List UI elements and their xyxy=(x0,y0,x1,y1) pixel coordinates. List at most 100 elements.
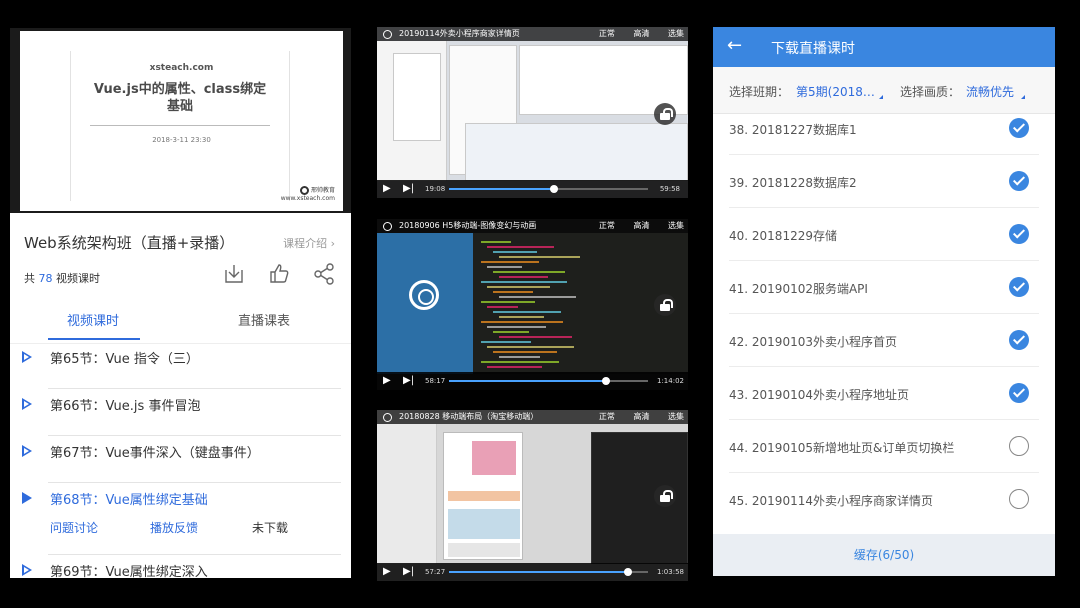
back-arrow-icon[interactable]: ← xyxy=(727,35,742,57)
download-item-label: 38. 20181227数据库1 xyxy=(729,123,857,137)
download-item[interactable]: 44. 20190105新增地址页&订单页切换栏 xyxy=(729,420,1039,473)
next-icon[interactable]: ▶| xyxy=(403,567,414,577)
checked-icon[interactable] xyxy=(1009,171,1029,191)
slide-divider xyxy=(90,125,270,126)
unchecked-icon[interactable] xyxy=(1009,436,1029,456)
quality-label: 选择画质： xyxy=(900,85,961,99)
phone-preview xyxy=(443,432,523,560)
download-item[interactable]: 40. 20181229存储 xyxy=(729,208,1039,261)
download-item[interactable]: 43. 20190104外卖小程序地址页 xyxy=(729,367,1039,420)
play-icon xyxy=(22,351,32,363)
video-player-2[interactable]: 20180906 H5移动端-图像变幻与动画 正常 高清 选集 ▶ ▶| 58:… xyxy=(377,219,688,390)
lesson-item[interactable]: 第67节：Vue事件深入（键盘事件） xyxy=(22,436,341,483)
current-time: 19:08 xyxy=(425,185,446,193)
code-line xyxy=(481,341,531,343)
progress-knob[interactable] xyxy=(550,185,559,193)
episode-select-option[interactable]: 选集 xyxy=(668,412,684,421)
speed-normal-option[interactable]: 正常 xyxy=(599,29,615,38)
back-icon[interactable] xyxy=(383,222,392,231)
quality-hd-option[interactable]: 高清 xyxy=(633,29,649,38)
next-icon[interactable]: ▶| xyxy=(403,184,414,194)
download-item[interactable]: 39. 20181228数据库2 xyxy=(729,155,1039,208)
class-label: 选择班期： xyxy=(729,85,790,99)
progress-track[interactable] xyxy=(449,377,648,385)
like-icon[interactable] xyxy=(267,262,291,286)
download-panel: ← 下载直播课时 选择班期： 第5期(2018… 选择画质： 流畅优先 38. … xyxy=(713,27,1055,576)
progress-fill xyxy=(449,571,629,573)
lesson-item[interactable]: 第69节：Vue属性绑定深入 xyxy=(22,555,341,578)
checked-icon[interactable] xyxy=(1009,330,1029,350)
download-item-label: 42. 20190103外卖小程序首页 xyxy=(729,335,897,349)
video-player-3[interactable]: 20180828 移动端布局（淘宝移动端） 正常 高清 选集 ▶ ▶| 57:2… xyxy=(377,410,688,581)
download-item-label: 41. 20190102服务端API xyxy=(729,282,868,296)
class-select[interactable]: 第5期(2018… xyxy=(796,83,875,100)
tab-live-schedule[interactable]: 直播课表 xyxy=(238,310,290,329)
code-line xyxy=(493,251,537,253)
devtools-panel xyxy=(465,123,688,181)
cache-button[interactable]: 缓存(6/50) xyxy=(713,534,1055,576)
play-icon[interactable]: ▶ xyxy=(383,184,391,194)
checked-icon[interactable] xyxy=(1009,277,1029,297)
class-dropdown-icon[interactable] xyxy=(879,95,883,99)
total-time: 59:58 xyxy=(659,185,680,193)
slide-logo: 邢帅教育 www.xsteach.com xyxy=(281,186,335,203)
play-icon xyxy=(22,445,32,457)
episode-select-option[interactable]: 选集 xyxy=(668,221,684,230)
download-item[interactable]: 38. 20181227数据库1 xyxy=(729,102,1039,155)
progress-track[interactable] xyxy=(449,185,648,193)
product-row xyxy=(448,509,520,539)
back-icon[interactable] xyxy=(383,30,392,39)
total-time: 1:03:58 xyxy=(657,568,684,576)
code-line xyxy=(493,291,533,293)
episode-select-option[interactable]: 选集 xyxy=(668,29,684,38)
download-item[interactable]: 42. 20190103外卖小程序首页 xyxy=(729,314,1039,367)
progress-knob[interactable] xyxy=(624,568,633,576)
slide-title-line-2: 基础 xyxy=(166,99,193,114)
download-item[interactable]: 45. 20190114外卖小程序商家详情页 xyxy=(729,473,1039,526)
speed-normal-option[interactable]: 正常 xyxy=(599,221,615,230)
lock-icon[interactable] xyxy=(654,103,676,125)
speed-normal-option[interactable]: 正常 xyxy=(599,412,615,421)
slide-date: 2018-3-11 23:30 xyxy=(152,136,211,144)
quality-dropdown-icon[interactable] xyxy=(1021,95,1025,99)
video-player-1[interactable]: 20190114外卖小程序商家详情页 正常 高清 选集 ▶ ▶| 19:08 5… xyxy=(377,27,688,198)
tab-video-lessons[interactable]: 视频课时 xyxy=(67,310,119,329)
share-icon[interactable] xyxy=(312,262,336,286)
lesson-item-current[interactable]: 第68节：Vue属性绑定基础 问题讨论 播放反馈 未下载 xyxy=(22,483,341,555)
course-tile xyxy=(377,233,473,374)
playback-feedback-link[interactable]: 播放反馈 xyxy=(150,519,198,536)
icon-row xyxy=(448,491,520,501)
lesson-item[interactable]: 第65节：Vue 指令（三） xyxy=(22,342,341,389)
quality-select[interactable]: 流畅优先 xyxy=(966,83,1014,100)
video-title-bar: 20180906 H5移动端-图像变幻与动画 正常 高清 选集 xyxy=(377,219,688,233)
unchecked-icon[interactable] xyxy=(1009,489,1029,509)
lesson-name: 第67节：Vue事件深入（键盘事件） xyxy=(50,446,260,461)
progress-track[interactable] xyxy=(449,568,648,576)
xsteach-logo-icon xyxy=(299,186,309,195)
checked-icon[interactable] xyxy=(1009,383,1029,403)
quality-hd-option[interactable]: 高清 xyxy=(633,412,649,421)
course-header: Web系统架构班（直播+录播） 课程介绍 › 共 78 视频课时 视频课时 直播… xyxy=(10,213,351,344)
code-line xyxy=(481,281,567,283)
lesson-item[interactable]: 第66节：Vue.js 事件冒泡 xyxy=(22,389,341,436)
course-intro-link[interactable]: 课程介绍 › xyxy=(283,235,335,251)
count-suffix: 视频课时 xyxy=(56,272,100,285)
play-icon[interactable]: ▶ xyxy=(383,567,391,577)
play-icon[interactable]: ▶ xyxy=(383,376,391,386)
progress-knob[interactable] xyxy=(602,377,611,385)
download-item[interactable]: 41. 20190102服务端API xyxy=(729,261,1039,314)
code-line xyxy=(487,266,522,268)
question-discussion-link[interactable]: 问题讨论 xyxy=(50,519,98,536)
code-line xyxy=(487,366,542,368)
lock-icon[interactable] xyxy=(654,294,676,316)
checked-icon[interactable] xyxy=(1009,118,1029,138)
code-line xyxy=(493,351,557,353)
checked-icon[interactable] xyxy=(1009,224,1029,244)
lesson-cover[interactable]: xsteach.com Vue.js中的属性、class绑定 基础 2018-3… xyxy=(10,28,351,213)
download-icon[interactable] xyxy=(222,262,246,286)
lock-icon[interactable] xyxy=(654,485,676,507)
quality-hd-option[interactable]: 高清 xyxy=(633,221,649,230)
back-icon[interactable] xyxy=(383,413,392,422)
next-icon[interactable]: ▶| xyxy=(403,376,414,386)
code-line xyxy=(499,316,544,318)
